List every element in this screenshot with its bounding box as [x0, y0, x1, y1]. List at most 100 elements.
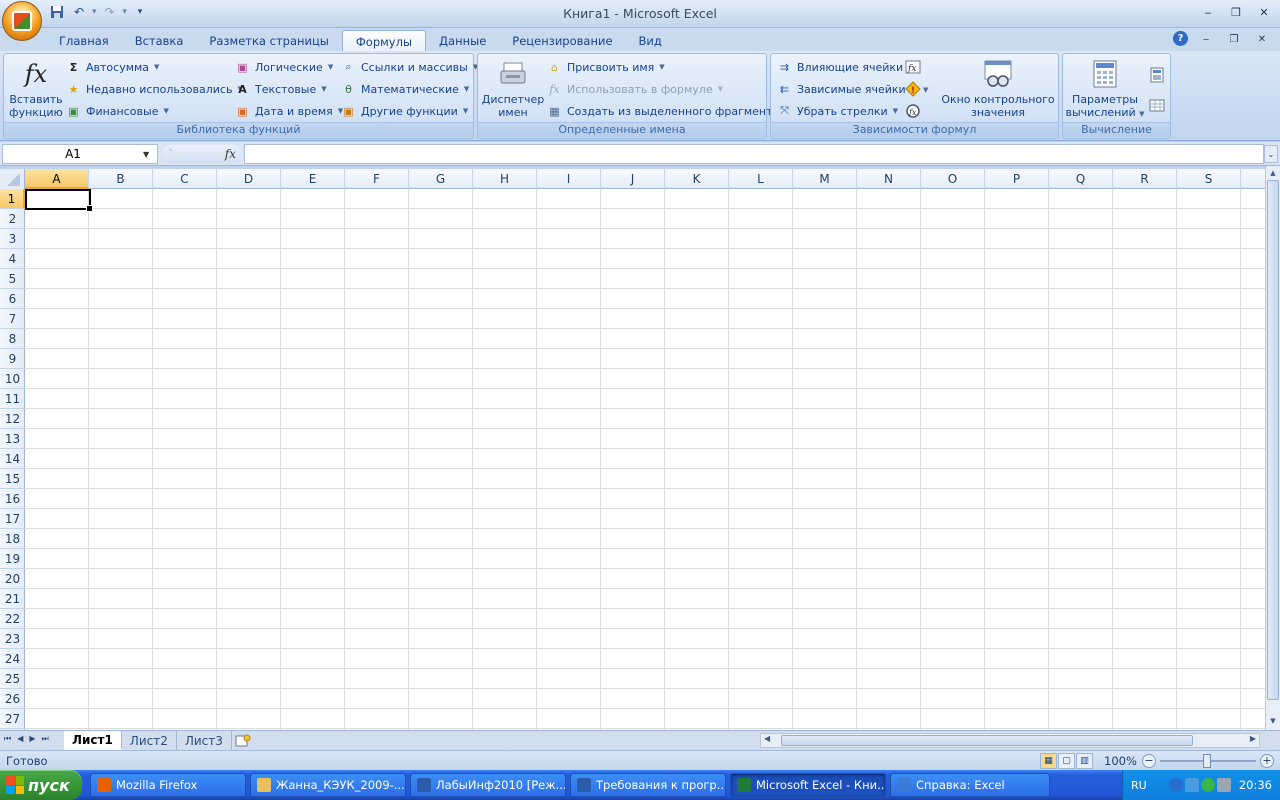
security-icon[interactable] — [1201, 778, 1215, 792]
column-header-p[interactable]: P — [985, 169, 1049, 189]
zoom-slider-thumb[interactable] — [1203, 754, 1211, 768]
autosum-button[interactable]: Σ Автосумма ▼ — [66, 57, 160, 77]
taskbar-item-6[interactable]: Справка: Excel — [890, 773, 1050, 797]
column-header-b[interactable]: B — [89, 169, 153, 189]
row-header-19[interactable]: 19 — [0, 549, 25, 569]
taskbar-item-1[interactable]: Mozilla Firefox — [90, 773, 246, 797]
first-sheet-icon[interactable]: ⏮ — [4, 734, 11, 744]
column-header-c[interactable]: C — [153, 169, 217, 189]
row-header-22[interactable]: 22 — [0, 609, 25, 629]
normal-view-icon[interactable]: ▦ — [1040, 753, 1057, 769]
cells-area[interactable] — [25, 189, 1265, 730]
taskbar-item-3[interactable]: ЛабыИнф2010 [Реж... — [410, 773, 566, 797]
trace-precedents-button[interactable]: ⇉ Влияющие ячейки — [777, 57, 903, 77]
restore-button[interactable]: ❐ — [1226, 4, 1246, 20]
text-functions-button[interactable]: A Текстовые ▼ — [235, 79, 326, 99]
insert-function-button[interactable]: fx Вставить функцию — [8, 58, 64, 120]
tab-data[interactable]: Данные — [426, 30, 499, 52]
row-header-25[interactable]: 25 — [0, 669, 25, 689]
row-header-9[interactable]: 9 — [0, 349, 25, 369]
sheet-tab-1[interactable]: Лист1 — [64, 731, 122, 750]
define-name-button[interactable]: ⌂ Присвоить имя ▼ — [547, 57, 665, 77]
row-header-8[interactable]: 8 — [0, 329, 25, 349]
scroll-up-icon[interactable]: ▲ — [1267, 166, 1279, 180]
column-header-r[interactable]: R — [1113, 169, 1177, 189]
math-functions-button[interactable]: θ Математические ▼ — [341, 79, 469, 99]
close-button[interactable]: ✕ — [1254, 4, 1274, 20]
row-header-6[interactable]: 6 — [0, 289, 25, 309]
last-sheet-icon[interactable]: ⏭ — [42, 734, 49, 744]
taskbar-item-4[interactable]: Требования к прогр... — [570, 773, 726, 797]
scroll-right-icon[interactable]: ▶ — [1250, 734, 1256, 743]
prev-sheet-icon[interactable]: ◀ — [17, 734, 23, 744]
select-all-button[interactable] — [0, 169, 25, 189]
start-button[interactable]: пуск — [0, 770, 82, 800]
column-header-j[interactable]: J — [601, 169, 665, 189]
minimize-button[interactable]: ‒ — [1198, 4, 1218, 20]
zoom-level[interactable]: 100% — [1104, 754, 1137, 768]
page-layout-view-icon[interactable]: ▢ — [1058, 753, 1075, 769]
tab-home[interactable]: Главная — [46, 30, 122, 52]
trace-dependents-button[interactable]: ⇇ Зависимые ячейки — [777, 79, 906, 99]
zoom-in-icon[interactable]: + — [1260, 754, 1274, 768]
remove-arrows-button[interactable]: ⤧ Убрать стрелки ▼ — [777, 101, 898, 121]
show-formulas-icon[interactable]: fx — [904, 58, 922, 76]
column-header-n[interactable]: N — [857, 169, 921, 189]
row-header-26[interactable]: 26 — [0, 689, 25, 709]
formula-input[interactable] — [244, 144, 1264, 164]
column-header-s[interactable]: S — [1177, 169, 1241, 189]
office-button[interactable] — [2, 1, 42, 41]
column-header-k[interactable]: K — [665, 169, 729, 189]
taskbar-item-2[interactable]: Жанна_КЭУК_2009-... — [250, 773, 406, 797]
row-header-20[interactable]: 20 — [0, 569, 25, 589]
workbook-minimize-button[interactable]: ‒ — [1196, 31, 1216, 47]
help-icon[interactable]: ? — [1173, 31, 1188, 46]
row-header-23[interactable]: 23 — [0, 629, 25, 649]
evaluate-formula-icon[interactable]: fx — [904, 102, 922, 120]
row-header-18[interactable]: 18 — [0, 529, 25, 549]
row-header-1[interactable]: 1 — [0, 189, 25, 209]
zoom-out-icon[interactable]: − — [1142, 754, 1156, 768]
row-header-7[interactable]: 7 — [0, 309, 25, 329]
column-header-f[interactable]: F — [345, 169, 409, 189]
recent-functions-button[interactable]: ★ Недавно использовались ▼ — [66, 79, 243, 99]
name-box[interactable]: A1 ▼ — [2, 144, 158, 164]
tray-arrow-icon[interactable] — [1169, 778, 1183, 792]
vertical-scroll-thumb[interactable] — [1267, 180, 1279, 700]
workbook-close-button[interactable]: ✕ — [1252, 31, 1272, 47]
row-header-10[interactable]: 10 — [0, 369, 25, 389]
column-header-h[interactable]: H — [473, 169, 537, 189]
insert-sheet-icon[interactable] — [232, 731, 254, 750]
next-sheet-icon[interactable]: ▶ — [29, 734, 35, 744]
row-header-4[interactable]: 4 — [0, 249, 25, 269]
row-header-14[interactable]: 14 — [0, 449, 25, 469]
scroll-left-icon[interactable]: ◀ — [764, 734, 770, 743]
financial-functions-button[interactable]: ▣ Финансовые ▼ — [66, 101, 169, 121]
tab-insert[interactable]: Вставка — [122, 30, 197, 52]
column-header-e[interactable]: E — [281, 169, 345, 189]
row-header-3[interactable]: 3 — [0, 229, 25, 249]
error-checking-icon[interactable]: ! — [904, 80, 922, 98]
column-header-i[interactable]: I — [537, 169, 601, 189]
tab-review[interactable]: Рецензирование — [499, 30, 625, 52]
calculate-now-icon[interactable] — [1148, 66, 1166, 84]
row-header-13[interactable]: 13 — [0, 429, 25, 449]
row-header-11[interactable]: 11 — [0, 389, 25, 409]
tab-view[interactable]: Вид — [626, 30, 675, 52]
row-header-5[interactable]: 5 — [0, 269, 25, 289]
name-manager-button[interactable]: Диспетчер имен — [482, 58, 544, 119]
horizontal-scrollbar[interactable]: ◀ ▶ — [760, 733, 1260, 748]
calculation-options-button[interactable]: Параметры вычислений ▼ — [1065, 58, 1145, 121]
speaker-icon[interactable] — [1217, 778, 1231, 792]
error-checking-dropdown-icon[interactable]: ▼ — [923, 86, 928, 94]
column-header-q[interactable]: Q — [1049, 169, 1113, 189]
language-indicator[interactable]: RU — [1131, 779, 1147, 792]
active-cell-a1[interactable] — [25, 189, 93, 212]
row-header-27[interactable]: 27 — [0, 709, 25, 729]
row-header-17[interactable]: 17 — [0, 509, 25, 529]
row-header-15[interactable]: 15 — [0, 469, 25, 489]
tab-formulas[interactable]: Формулы — [341, 30, 427, 52]
tab-page-layout[interactable]: Разметка страницы — [196, 30, 341, 52]
column-header-d[interactable]: D — [217, 169, 281, 189]
insert-function-fx-button[interactable]: fx — [225, 147, 236, 161]
